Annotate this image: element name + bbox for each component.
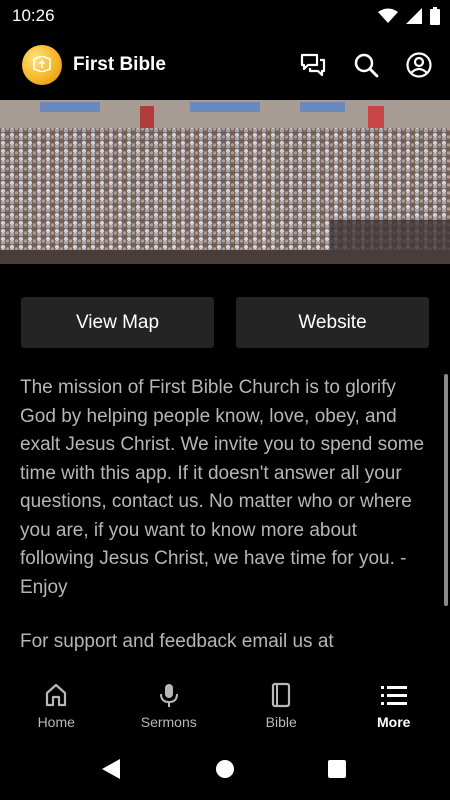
bottom-nav: Home Sermons Bible More (0, 672, 450, 740)
microphone-icon (159, 684, 178, 707)
app-bar: First Bible (0, 32, 450, 100)
nav-item-sermons[interactable]: Sermons (113, 672, 226, 740)
hero-image (0, 100, 450, 264)
signal-icon (406, 8, 422, 24)
chat-icon[interactable] (300, 52, 326, 78)
nav-item-home[interactable]: Home (0, 672, 113, 740)
account-icon[interactable] (406, 52, 432, 78)
status-time: 10:26 (12, 6, 55, 25)
nav-label-more: More (377, 714, 411, 730)
content-scrollbar[interactable] (444, 374, 448, 606)
back-icon[interactable] (101, 758, 121, 780)
content-area[interactable]: The mission of First Bible Church is to … (0, 374, 442, 672)
system-nav-bar (0, 740, 450, 800)
list-icon (380, 686, 407, 705)
status-bar: 10:26 (0, 0, 450, 32)
logo-mark-icon (33, 56, 51, 72)
home-icon (46, 683, 67, 707)
support-text: For support and feedback email us at (20, 631, 334, 652)
battery-icon (430, 7, 440, 25)
church-logo (22, 45, 62, 85)
wifi-icon (378, 8, 398, 23)
nav-item-more[interactable]: More (338, 672, 450, 740)
nav-label-home: Home (37, 714, 75, 730)
app-title: First Bible (73, 54, 166, 75)
nav-label-sermons: Sermons (140, 714, 197, 730)
home-button-icon[interactable] (216, 760, 234, 778)
status-icons (378, 6, 440, 26)
recents-icon[interactable] (328, 760, 346, 778)
app-bar-actions (300, 52, 432, 78)
search-icon[interactable] (353, 52, 379, 78)
nav-label-bible: Bible (265, 714, 297, 730)
congregation-photo (0, 100, 450, 264)
nav-item-bible[interactable]: Bible (225, 672, 338, 740)
book-icon (272, 682, 291, 708)
view-map-button[interactable]: View Map (21, 297, 214, 348)
mission-text: The mission of First Bible Church is to … (20, 377, 425, 598)
website-button[interactable]: Website (236, 297, 429, 348)
